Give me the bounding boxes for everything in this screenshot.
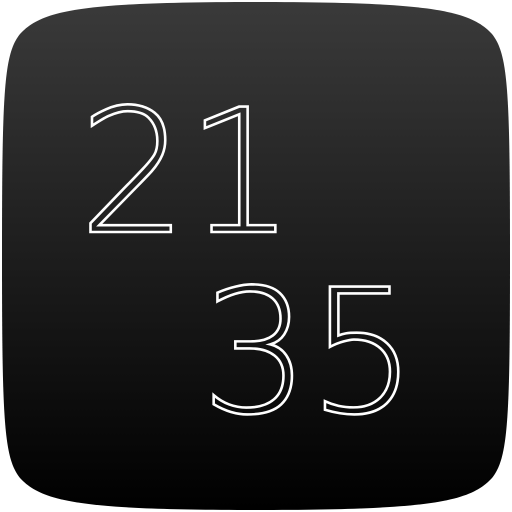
clock-app-icon[interactable]: 21 35: [0, 0, 512, 512]
clock-hours-text: 21: [79, 72, 294, 273]
icon-canvas: 21 35: [0, 0, 512, 512]
clock-minutes-text: 35: [201, 252, 416, 453]
